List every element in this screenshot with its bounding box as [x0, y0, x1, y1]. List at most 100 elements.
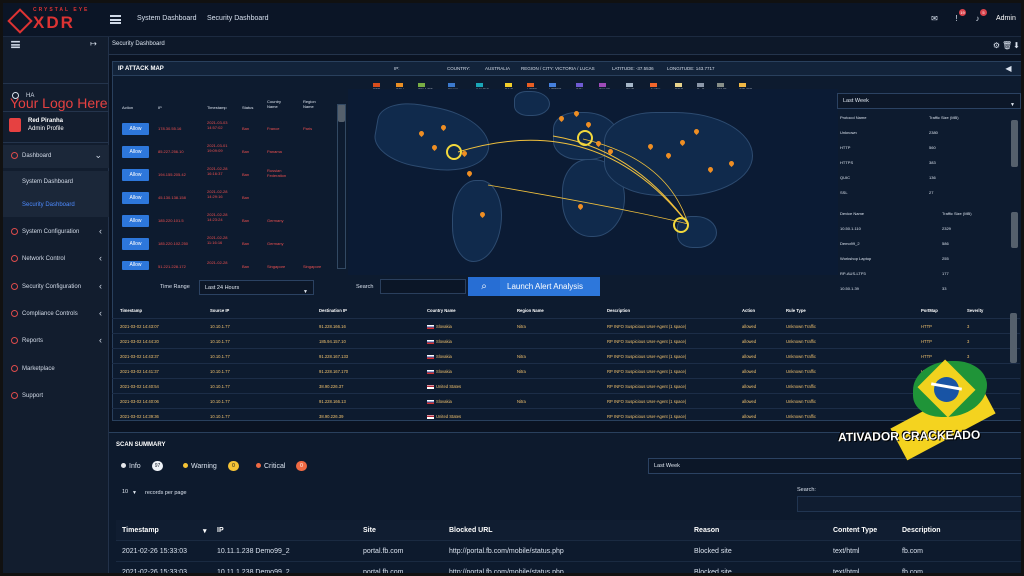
allow-button[interactable]: Allow	[122, 238, 149, 250]
scan-search-input[interactable]	[797, 496, 1021, 512]
table-row[interactable]: 2021-03-02 14:43:07 10.10.1.77 91.228.166.…	[112, 318, 1020, 333]
sidebar-ha[interactable]: HA	[3, 85, 109, 108]
attack-time: 2021-02-28	[207, 260, 228, 265]
scan-summary-title: SCAN SUMMARY	[116, 442, 166, 448]
warning-icon	[183, 463, 188, 468]
warning-filter[interactable]: Warning	[183, 463, 217, 470]
device-name-header: Device Name	[840, 211, 865, 216]
protocol-scrollbar[interactable]	[1011, 120, 1018, 167]
search-label: Search	[356, 284, 374, 290]
map-latitude: LATITUDE: -37.5536	[612, 66, 654, 71]
launch-alert-analysis-button[interactable]: ⌕ Launch Alert Analysis	[468, 277, 600, 296]
warning-count: 0	[228, 461, 239, 471]
attack-ring-icon	[577, 130, 593, 146]
attack-ip: 178.30.55.16	[158, 126, 182, 131]
attack-status: Ban	[242, 241, 250, 246]
attack-status: Ban	[242, 218, 250, 223]
mail-icon[interactable]: ✉	[930, 14, 939, 23]
events-scrollbar[interactable]	[1010, 313, 1017, 363]
allow-button[interactable]: Allow	[122, 192, 149, 204]
sidebar-item-system-configuration[interactable]: System Configuration ‹	[3, 221, 109, 244]
chevron-left-icon: ‹	[99, 226, 102, 236]
sidebar-exit-icon[interactable]: ↦	[89, 39, 98, 48]
protocol-size: 383	[929, 160, 936, 165]
events-header-row: Timestamp Source IP Destination IP Count…	[112, 303, 1020, 318]
sidebar-item-marketplace[interactable]: Marketplace	[3, 358, 109, 381]
sidebar-divider	[3, 111, 109, 112]
search-icon: ⌕	[468, 277, 500, 296]
top-link-security-dashboard[interactable]: Security Dashboard	[207, 15, 268, 22]
shield-icon	[11, 283, 18, 290]
download-icon[interactable]: ⬇	[1012, 41, 1021, 50]
allow-button[interactable]: Allow	[122, 123, 149, 135]
attack-table-scroll-track[interactable]	[337, 104, 346, 269]
attack-status: Ban	[242, 264, 250, 269]
admin-menu[interactable]: Admin	[996, 15, 1016, 22]
device-scrollbar[interactable]	[1011, 212, 1018, 248]
sidebar-item-label: System Dashboard	[22, 179, 74, 185]
device-name: RP-AUS-LTP3	[840, 271, 866, 276]
col-scan-ip[interactable]: IP	[217, 527, 224, 534]
table-row[interactable]: 2021-02-26 15:33:03 10.11.1.238 Demo99_2 p…	[116, 540, 1021, 560]
time-range-select[interactable]: Last 24 Hours ▼	[199, 280, 314, 295]
records-select[interactable]: 10 ▼	[117, 488, 142, 499]
map-collapse-icon[interactable]: ◀	[1004, 64, 1013, 73]
settings-icon[interactable]: ⚙	[992, 41, 1001, 50]
col-destination-ip: Destination IP	[319, 308, 347, 313]
compliance-icon	[11, 310, 18, 317]
traffic-period-select[interactable]: Last Week ▼	[837, 93, 1021, 109]
map-title: IP ATTACK MAP	[118, 66, 164, 72]
sidebar-item-dashboard[interactable]: Dashboard ⌄	[3, 145, 109, 168]
allow-button[interactable]: Allow	[122, 215, 149, 227]
col-scan-reason[interactable]: Reason	[694, 527, 719, 534]
top-link-system-dashboard[interactable]: System Dashboard	[137, 15, 197, 22]
dashboard-icon	[11, 152, 18, 159]
critical-filter[interactable]: Critical	[256, 463, 285, 470]
map-header: IP ATTACK MAP IP: COUNTRY: AUSTRALIA REG…	[113, 62, 1021, 76]
col-scan-content-type[interactable]: Content Type	[833, 527, 877, 534]
sidebar: ↦ Your Logo Here HA Red Piranha Admin Pr…	[3, 37, 109, 573]
sidebar-item-security-dashboard[interactable]: Security Dashboard	[3, 194, 109, 217]
allow-button[interactable]: Allow	[122, 261, 149, 270]
protocol-size: 136	[929, 175, 936, 180]
attack-time: 2021-02-28 14:23:24	[207, 212, 228, 222]
sidebar-menu-icon[interactable]	[11, 40, 20, 49]
xdr-logo[interactable]: CRYSTAL EYE XDR	[7, 7, 93, 34]
scan-period-select[interactable]: Last Week	[648, 458, 1021, 474]
attack-country: France	[267, 126, 280, 131]
protocol-name: HTTPS	[840, 160, 854, 165]
col-source-ip: Source IP	[210, 308, 230, 313]
profile-name: Red Piranha	[28, 118, 64, 124]
col-description: Description	[607, 308, 631, 313]
gear-icon	[11, 228, 18, 235]
hamburger-icon[interactable]	[110, 15, 121, 24]
device-size: 33	[942, 286, 947, 291]
sort-icon[interactable]: ▾	[203, 527, 207, 535]
sidebar-item-support[interactable]: Support	[3, 385, 109, 408]
sidebar-item-compliance-controls[interactable]: Compliance Controls ‹	[3, 303, 109, 326]
allow-button[interactable]: Allow	[122, 146, 149, 158]
col-scan-timestamp[interactable]: Timestamp	[122, 527, 159, 534]
trash-icon[interactable]: 🗑	[1002, 41, 1012, 50]
allow-button[interactable]: Allow	[122, 169, 149, 181]
col-scan-site[interactable]: Site	[363, 527, 376, 534]
table-row[interactable]: 2021-02-26 15:33:03 10.11.1.238 Demo99_2 p…	[116, 561, 1021, 573]
sidebar-item-network-control[interactable]: Network Control ‹	[3, 248, 109, 271]
col-scan-blocked-url[interactable]: Blocked URL	[449, 527, 493, 534]
col-region: Region Name	[517, 308, 544, 313]
critical-count: 0	[296, 461, 307, 471]
sidebar-item-system-dashboard[interactable]: System Dashboard	[3, 171, 109, 194]
device-size: 255	[942, 256, 949, 261]
protocol-size: 560	[929, 145, 936, 150]
world-map[interactable]	[348, 89, 838, 275]
table-row[interactable]: 2021-03-02 14:44:20 10.10.1.77 185.94.157.…	[112, 333, 1020, 348]
attack-region: Singapore	[303, 264, 322, 269]
sidebar-item-reports[interactable]: Reports ‹	[3, 330, 109, 353]
sidebar-item-security-configuration[interactable]: Security Configuration ‹	[3, 276, 109, 299]
chevron-down-icon: ▼	[303, 289, 308, 295]
page-title: Security Dashboard	[112, 41, 165, 47]
search-input[interactable]	[380, 279, 466, 294]
col-severity: Severity	[967, 308, 984, 313]
info-filter[interactable]: Info	[121, 463, 141, 470]
col-scan-description[interactable]: Description	[902, 527, 941, 534]
